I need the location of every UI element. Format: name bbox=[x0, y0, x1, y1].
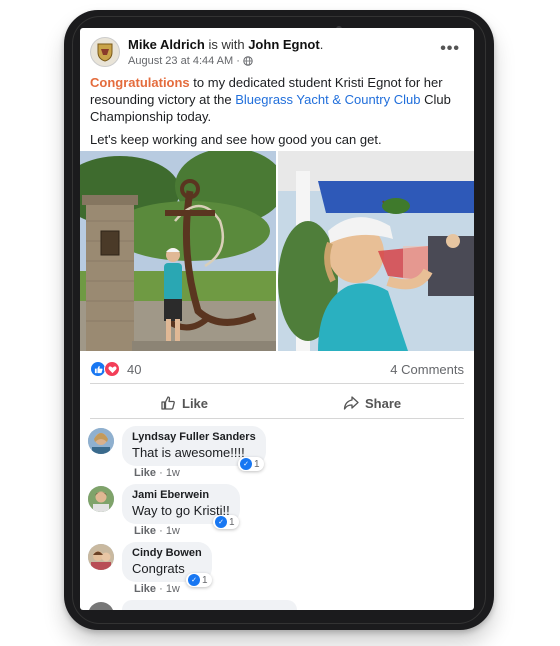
commenter-avatar[interactable] bbox=[88, 602, 114, 610]
comment-time[interactable]: 1w bbox=[166, 525, 180, 537]
more-options-icon[interactable]: ••• bbox=[440, 40, 460, 58]
comment-action-sep: · bbox=[159, 467, 163, 479]
comment-action-sep: · bbox=[159, 583, 163, 595]
comment-reaction-badge[interactable]: ✓ 1 bbox=[238, 457, 264, 471]
post-paragraph-2: Let's keep working and see how good you … bbox=[90, 132, 382, 147]
commenter-avatar[interactable] bbox=[88, 428, 114, 454]
like-reaction-icon: ✓ bbox=[188, 574, 200, 586]
like-button[interactable]: Like bbox=[160, 392, 208, 414]
divider-top bbox=[90, 383, 464, 384]
comment-reaction-badge[interactable]: ✓ 1 bbox=[186, 573, 212, 587]
comment-item: Lyndsay Fuller Sanders That is awesome!!… bbox=[88, 426, 468, 480]
post-timestamp[interactable]: August 23 at 4:44 AM bbox=[128, 55, 233, 67]
comment-text: That is awesome!!!! bbox=[132, 445, 245, 460]
post-header: Mike Aldrich is with John Egnot. August … bbox=[80, 28, 474, 76]
period: . bbox=[319, 37, 324, 52]
comment-item: Cindy Bowen Congrats ✓ 1 Like · 1w bbox=[88, 542, 468, 596]
commenter-avatar[interactable] bbox=[88, 544, 114, 570]
like-button-label: Like bbox=[182, 395, 209, 411]
comment-time[interactable]: 1w bbox=[166, 467, 180, 479]
comment-reaction-count: 1 bbox=[229, 516, 235, 528]
club-link[interactable]: Bluegrass Yacht & Country Club bbox=[235, 92, 420, 107]
comment-actions: Like · 1w bbox=[134, 467, 180, 479]
reaction-summary[interactable]: 40 bbox=[90, 361, 141, 377]
comment-reaction-badge[interactable]: ✓ 1 bbox=[213, 515, 239, 529]
comment-bubble bbox=[122, 600, 297, 610]
tagged-name[interactable]: John Egnot bbox=[248, 37, 320, 52]
commenter-name[interactable]: Lyndsay Fuller Sanders bbox=[132, 431, 256, 443]
love-reaction-icon bbox=[104, 361, 120, 377]
post-paragraph-1: Congratulations to my dedicated student … bbox=[90, 74, 466, 125]
comment-reaction-count: 1 bbox=[202, 574, 208, 586]
comment-item: Jami Eberwein Way to go Kristi!! ✓ 1 Lik… bbox=[88, 484, 468, 538]
comment-actions: Like · 1w bbox=[134, 525, 180, 537]
author-name[interactable]: Mike Aldrich bbox=[128, 37, 205, 52]
post-photos bbox=[80, 151, 474, 351]
share-button-label: Share bbox=[365, 395, 402, 411]
comments-count[interactable]: 4 Comments bbox=[390, 362, 464, 377]
globe-icon bbox=[243, 56, 253, 66]
share-arrow-icon bbox=[343, 396, 359, 410]
comment-actions: Like · 1w bbox=[134, 583, 180, 595]
thumbs-up-icon bbox=[161, 396, 175, 410]
commenter-avatar[interactable] bbox=[88, 486, 114, 512]
comment-like-link[interactable]: Like bbox=[134, 467, 156, 479]
facebook-post-screen: Mike Aldrich is with John Egnot. August … bbox=[80, 28, 474, 610]
commenter-name[interactable]: Cindy Bowen bbox=[132, 547, 202, 559]
author-avatar[interactable] bbox=[90, 37, 120, 67]
crest-logo-icon bbox=[97, 43, 113, 62]
comment-like-link[interactable]: Like bbox=[134, 525, 156, 537]
comment-time[interactable]: 1w bbox=[166, 583, 180, 595]
photo-trophy-drink[interactable] bbox=[278, 151, 474, 351]
comment-like-link[interactable]: Like bbox=[134, 583, 156, 595]
like-reaction-icon: ✓ bbox=[240, 458, 252, 470]
comment-item-partial bbox=[88, 600, 468, 610]
commenter-name[interactable]: Jami Eberwein bbox=[132, 489, 230, 501]
meta-separator: · bbox=[236, 55, 240, 67]
comment-reaction-count: 1 bbox=[254, 458, 260, 470]
with-text: is with bbox=[208, 37, 245, 52]
post-meta: August 23 at 4:44 AM · bbox=[128, 55, 253, 67]
reaction-count: 40 bbox=[127, 361, 142, 377]
like-reaction-icon: ✓ bbox=[215, 516, 227, 528]
author-line: Mike Aldrich is with John Egnot. bbox=[128, 37, 323, 52]
photo-anchor-monument[interactable] bbox=[80, 151, 276, 351]
comment-action-sep: · bbox=[159, 525, 163, 537]
divider-bottom bbox=[90, 418, 464, 419]
highlight-congratulations: Congratulations bbox=[90, 75, 190, 90]
share-button[interactable]: Share bbox=[343, 392, 401, 414]
post-body: Congratulations to my dedicated student … bbox=[90, 74, 466, 154]
